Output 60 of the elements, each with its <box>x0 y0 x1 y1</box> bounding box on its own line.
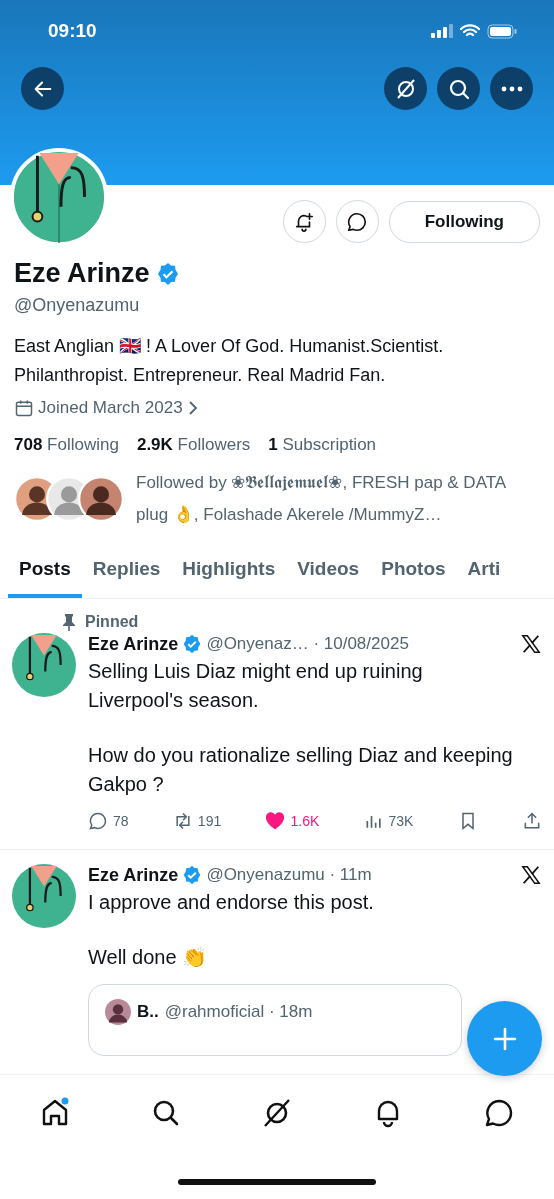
post-text: How do you rationalize selling Diaz and keeping Gakpo ? <box>88 743 514 797</box>
profile-tab[interactable]: Highlights <box>171 545 287 598</box>
profile-tab[interactable]: Posts <box>8 545 82 598</box>
like-button[interactable]: 1.6K <box>265 811 320 831</box>
speech-bubble-icon <box>88 811 108 831</box>
more-icon <box>500 85 523 92</box>
post-text: Selling Luis Diaz might end up ruining Liverpool's season. <box>88 659 424 713</box>
quoted-post[interactable]: B.. @rahmoficial · 18m <box>88 984 462 1056</box>
signal-icon <box>431 24 453 38</box>
x-icon <box>520 864 542 886</box>
followed-by-text: Followed by ❀𝕭𝖊𝖑𝖑𝖆𝖏𝖊𝖒𝖚𝖊𝖑❀, FRESH pap & DATA plug 👌, Folashade Akerele /MummyZ… <box>136 472 507 526</box>
profile-handle: @Onyenazumu <box>14 295 141 316</box>
profile-tab[interactable]: Photos <box>370 545 457 598</box>
battery-icon <box>487 23 517 39</box>
repost-button[interactable]: 191 <box>172 811 222 831</box>
author-name: Eze Arinze <box>88 864 179 886</box>
notify-button[interactable] <box>282 200 326 243</box>
chevron-icon <box>186 400 199 416</box>
grok-button[interactable] <box>384 67 427 110</box>
wifi-icon <box>460 24 480 38</box>
x-icon <box>520 633 542 655</box>
search-button[interactable] <box>437 67 480 110</box>
joined-date: Joined March 2023 <box>38 398 183 418</box>
slashed-circle-icon <box>261 1097 293 1129</box>
share-icon <box>522 811 542 831</box>
calendar-icon <box>14 398 34 418</box>
follower-avatar <box>78 476 124 522</box>
compose-button[interactable] <box>467 1001 542 1076</box>
following-button[interactable]: Following <box>388 201 540 243</box>
profile-tab[interactable]: Replies <box>81 545 172 598</box>
profile-bio: East Anglian 🇬🇧 ! A Lover Of God. Humanist.Scientist. Philanthropist. Entrepreneur. Real Madrid Fan. <box>14 335 445 387</box>
stat-link[interactable]: 708 Following <box>14 435 119 455</box>
status-time: 09:10 <box>48 20 98 42</box>
message-button[interactable] <box>335 200 379 243</box>
share-button[interactable] <box>522 811 542 831</box>
pinned-label: Pinned <box>85 613 139 631</box>
post-text: Well done 👏 <box>88 945 209 970</box>
profile-tab[interactable]: Videos <box>286 545 371 598</box>
quote-avatar <box>105 999 131 1025</box>
profile-tab[interactable]: Arti <box>456 545 512 598</box>
post-avatar <box>12 864 76 928</box>
post-avatar <box>12 633 76 697</box>
plus-icon <box>491 1025 518 1052</box>
pin-icon <box>62 613 76 631</box>
quote-meta: @rahmoficial · 18m <box>164 1002 313 1022</box>
speech-bubble-icon <box>346 210 369 233</box>
views-button[interactable]: 73K <box>363 811 414 831</box>
reply-button[interactable]: 78 <box>88 811 129 831</box>
post-meta: @Onyenazumu · 11m <box>206 865 372 885</box>
bell-plus-icon <box>293 210 316 233</box>
post-text: I approve and endorse this post. <box>88 890 375 915</box>
more-button[interactable] <box>490 67 533 110</box>
author-name: Eze Arinze <box>88 633 179 655</box>
heart-icon <box>265 811 286 831</box>
post-meta: @Onyenaz… · 10/08/2025 <box>206 634 409 654</box>
back-button[interactable] <box>21 67 64 110</box>
quote-author: B.. <box>137 1002 159 1022</box>
stat-link[interactable]: 2.9K Followers <box>136 435 251 455</box>
stat-link[interactable]: 1 Subscription <box>268 435 377 455</box>
profile-name: Eze Arinze <box>14 258 150 289</box>
